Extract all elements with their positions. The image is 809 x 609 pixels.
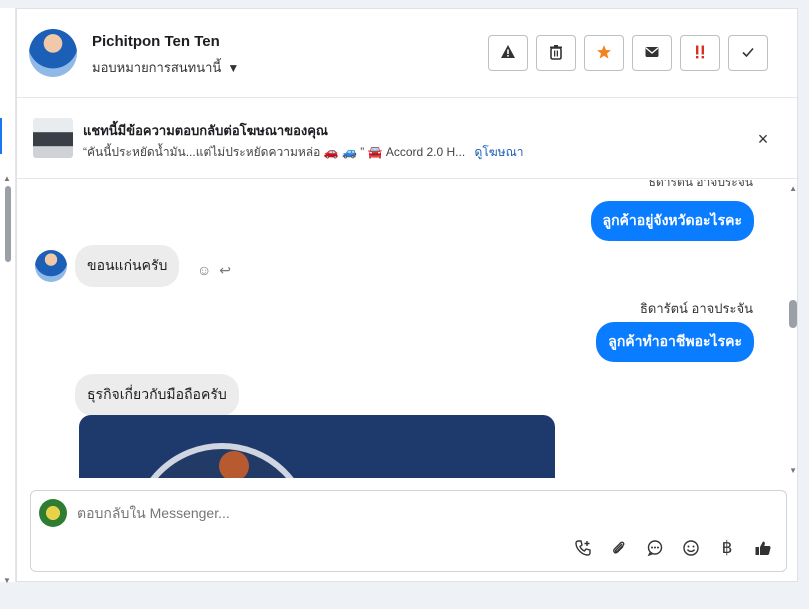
scroll-up-icon[interactable]: ▲ [789,184,797,193]
exclamation-icon [692,44,708,63]
message-bubble-incoming[interactable]: ขอนแก่นครับ [75,245,180,287]
thread-scrollbar-thumb[interactable] [789,300,797,328]
ad-thumbnail[interactable] [33,118,73,158]
message-bubble-outgoing[interactable]: ลูกค้าทำอาชีพอะไรคะ [596,322,754,362]
envelope-icon [644,44,660,63]
scroll-up-icon[interactable]: ▲ [3,174,11,183]
reply-icon[interactable]: ↩ [219,262,231,279]
message-actions: ☺ ↩ [197,262,231,279]
star-icon [596,44,612,63]
done-button[interactable] [728,35,768,71]
ad-caption: “คันนี้ประหยัดน้ำมัน...แต่ไม่ประหยัดความ… [83,145,466,159]
check-icon [740,44,756,63]
ad-banner-subtitle: “คันนี้ประหยัดน้ำมัน...แต่ไม่ประหยัดความ… [83,143,523,162]
rail-selection-marker [0,118,2,154]
header-actions [488,35,768,71]
trash-icon [548,44,564,63]
emoji-react-icon[interactable]: ☺ [197,262,211,279]
contact-avatar-small[interactable] [35,250,67,282]
scroll-down-icon[interactable]: ▼ [3,576,11,585]
call-icon[interactable] [572,537,594,559]
baht-icon[interactable]: ฿ [716,537,738,559]
message-thread: ธิดารัตน์ อาจประจัน ลูกค้าอยู่จังหวัดอะไ… [17,180,799,478]
sender-name: ธิดารัตน์ อาจประจัน [648,180,753,189]
caret-down-icon: ▼ [227,60,240,75]
message-bubble-outgoing[interactable]: ลูกค้าอยู่จังหวัดอะไรคะ [590,201,754,241]
contact-avatar[interactable] [29,29,77,77]
emoji-icon[interactable] [680,537,702,559]
scroll-down-icon[interactable]: ▼ [789,466,797,475]
attach-icon[interactable] [608,537,630,559]
message-composer: ฿ [30,490,787,572]
conversation-header: Pichitpon Ten Ten มอบหมายการสนทนานี้ ▼ [17,9,799,98]
conversation-panel: Pichitpon Ten Ten มอบหมายการสนทนานี้ ▼ แ… [16,8,799,582]
image-attachment[interactable] [79,415,555,478]
ad-reply-banner: แชทนี้มีข้อความตอบกลับต่อโฆษณาของคุณ “คั… [17,99,799,179]
thumbs-up-icon[interactable] [752,537,774,559]
sender-name: ธิดารัตน์ อาจประจัน [639,301,753,316]
mark-unread-button[interactable] [632,35,672,71]
assign-label: มอบหมายการสนทนานี้ [92,60,222,75]
report-button[interactable] [488,35,528,71]
view-ad-link[interactable]: ดูโฆษณา [475,145,524,159]
reply-input[interactable] [77,505,677,521]
left-scrollbar-thumb[interactable] [5,186,11,262]
ad-banner-title: แชทนี้มีข้อความตอบกลับต่อโฆษณาของคุณ [83,123,328,138]
star-button[interactable] [584,35,624,71]
close-icon[interactable]: × [753,129,773,149]
left-rail: ▲ ▼ [0,8,16,585]
logo-mascot [219,451,249,478]
saved-reply-icon[interactable] [644,537,666,559]
page-avatar [39,499,67,527]
contact-name[interactable]: Pichitpon Ten Ten [92,33,220,50]
message-bubble-incoming[interactable]: ธุรกิจเกี่ยวกับมือถือครับ [75,374,239,416]
composer-toolbar: ฿ [572,537,774,559]
delete-button[interactable] [536,35,576,71]
spam-button[interactable] [680,35,720,71]
assign-dropdown[interactable]: มอบหมายการสนทนานี้ ▼ [92,57,239,78]
warning-icon [500,44,516,63]
